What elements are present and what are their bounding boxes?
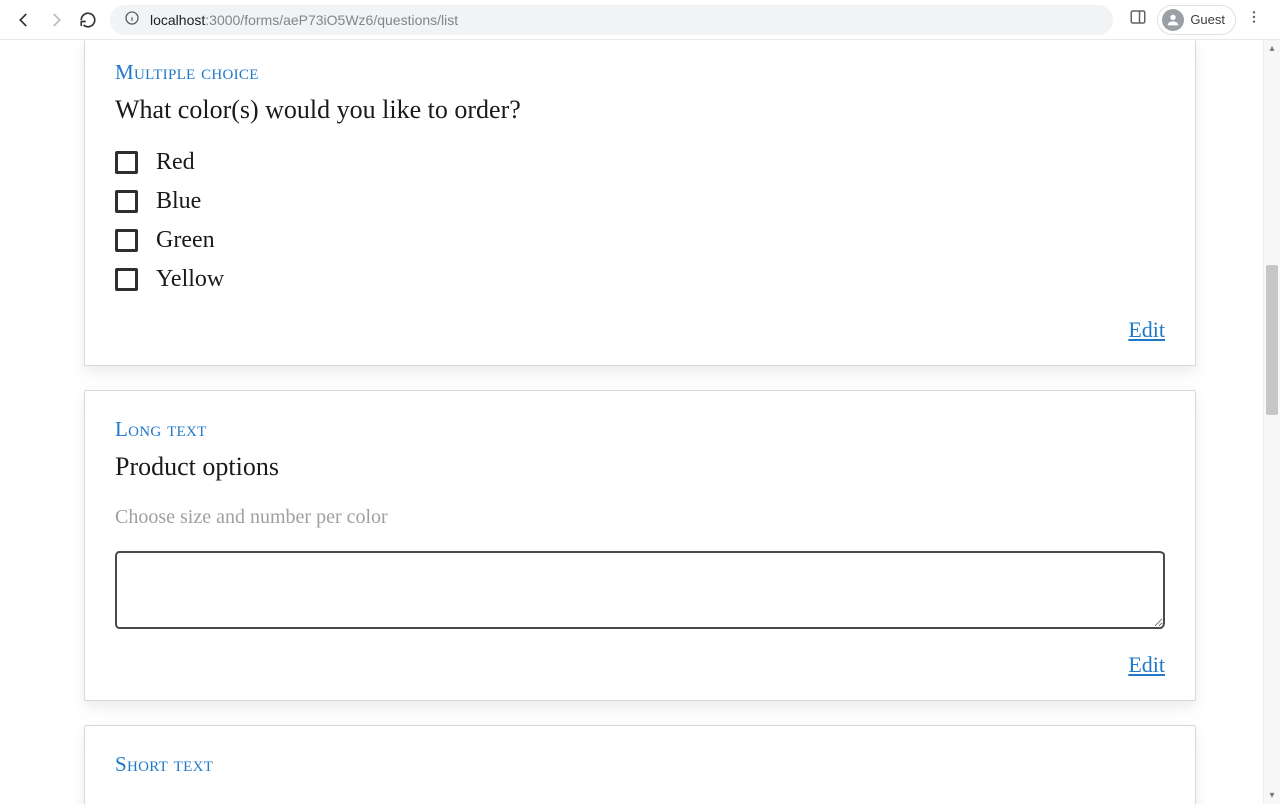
question-title: Product options [115,452,1165,482]
checkbox[interactable] [115,229,138,252]
question-type-label: Multiple choice [115,60,1165,85]
address-bar[interactable]: localhost:3000/forms/aeP73iO5Wz6/questio… [110,5,1113,35]
card-actions: Edit [115,317,1165,343]
question-type-label: Short text [115,752,1165,777]
checkbox[interactable] [115,190,138,213]
option-row: Red [115,149,1165,176]
option-row: Green [115,227,1165,254]
site-info-icon[interactable] [124,10,140,29]
browser-right-controls: Guest [1119,5,1272,35]
page-viewport: Multiple choice What color(s) would you … [0,40,1280,804]
card-actions: Edit [115,652,1165,678]
option-label: Blue [156,188,201,215]
scroll-up-arrow[interactable]: ▴ [1264,40,1280,57]
profile-chip[interactable]: Guest [1157,5,1236,35]
browser-toolbar: localhost:3000/forms/aeP73iO5Wz6/questio… [0,0,1280,40]
scroll-down-arrow[interactable]: ▾ [1264,787,1280,804]
question-type-label: Long text [115,417,1165,442]
url-host: localhost [150,12,205,28]
checkbox[interactable] [115,268,138,291]
checkbox[interactable] [115,151,138,174]
question-card-short-text: Short text [84,725,1196,804]
url-text: localhost:3000/forms/aeP73iO5Wz6/questio… [150,12,458,28]
long-text-input[interactable] [115,551,1165,629]
option-label: Yellow [156,266,224,293]
edit-link[interactable]: Edit [1128,652,1165,678]
scroll-thumb[interactable] [1266,265,1278,415]
reload-button[interactable] [78,10,98,30]
forward-button[interactable] [46,10,66,30]
question-card-long-text: Long text Product options Choose size an… [84,390,1196,701]
panel-icon[interactable] [1129,8,1147,31]
nav-controls [8,10,104,30]
question-card-multiple-choice: Multiple choice What color(s) would you … [84,40,1196,366]
options-list: Red Blue Green Yellow [115,149,1165,293]
option-row: Blue [115,188,1165,215]
content-column: Multiple choice What color(s) would you … [0,40,1280,804]
option-label: Green [156,227,215,254]
avatar-icon [1162,9,1184,31]
question-help-text: Choose size and number per color [115,506,1165,529]
option-label: Red [156,149,195,176]
question-title: What color(s) would you like to order? [115,95,1165,125]
vertical-scrollbar[interactable]: ▴ ▾ [1263,40,1280,804]
kebab-menu-icon[interactable] [1246,9,1262,30]
option-row: Yellow [115,266,1165,293]
profile-label: Guest [1190,12,1225,27]
back-button[interactable] [14,10,34,30]
edit-link[interactable]: Edit [1128,317,1165,343]
url-path: :3000/forms/aeP73iO5Wz6/questions/list [205,12,458,28]
